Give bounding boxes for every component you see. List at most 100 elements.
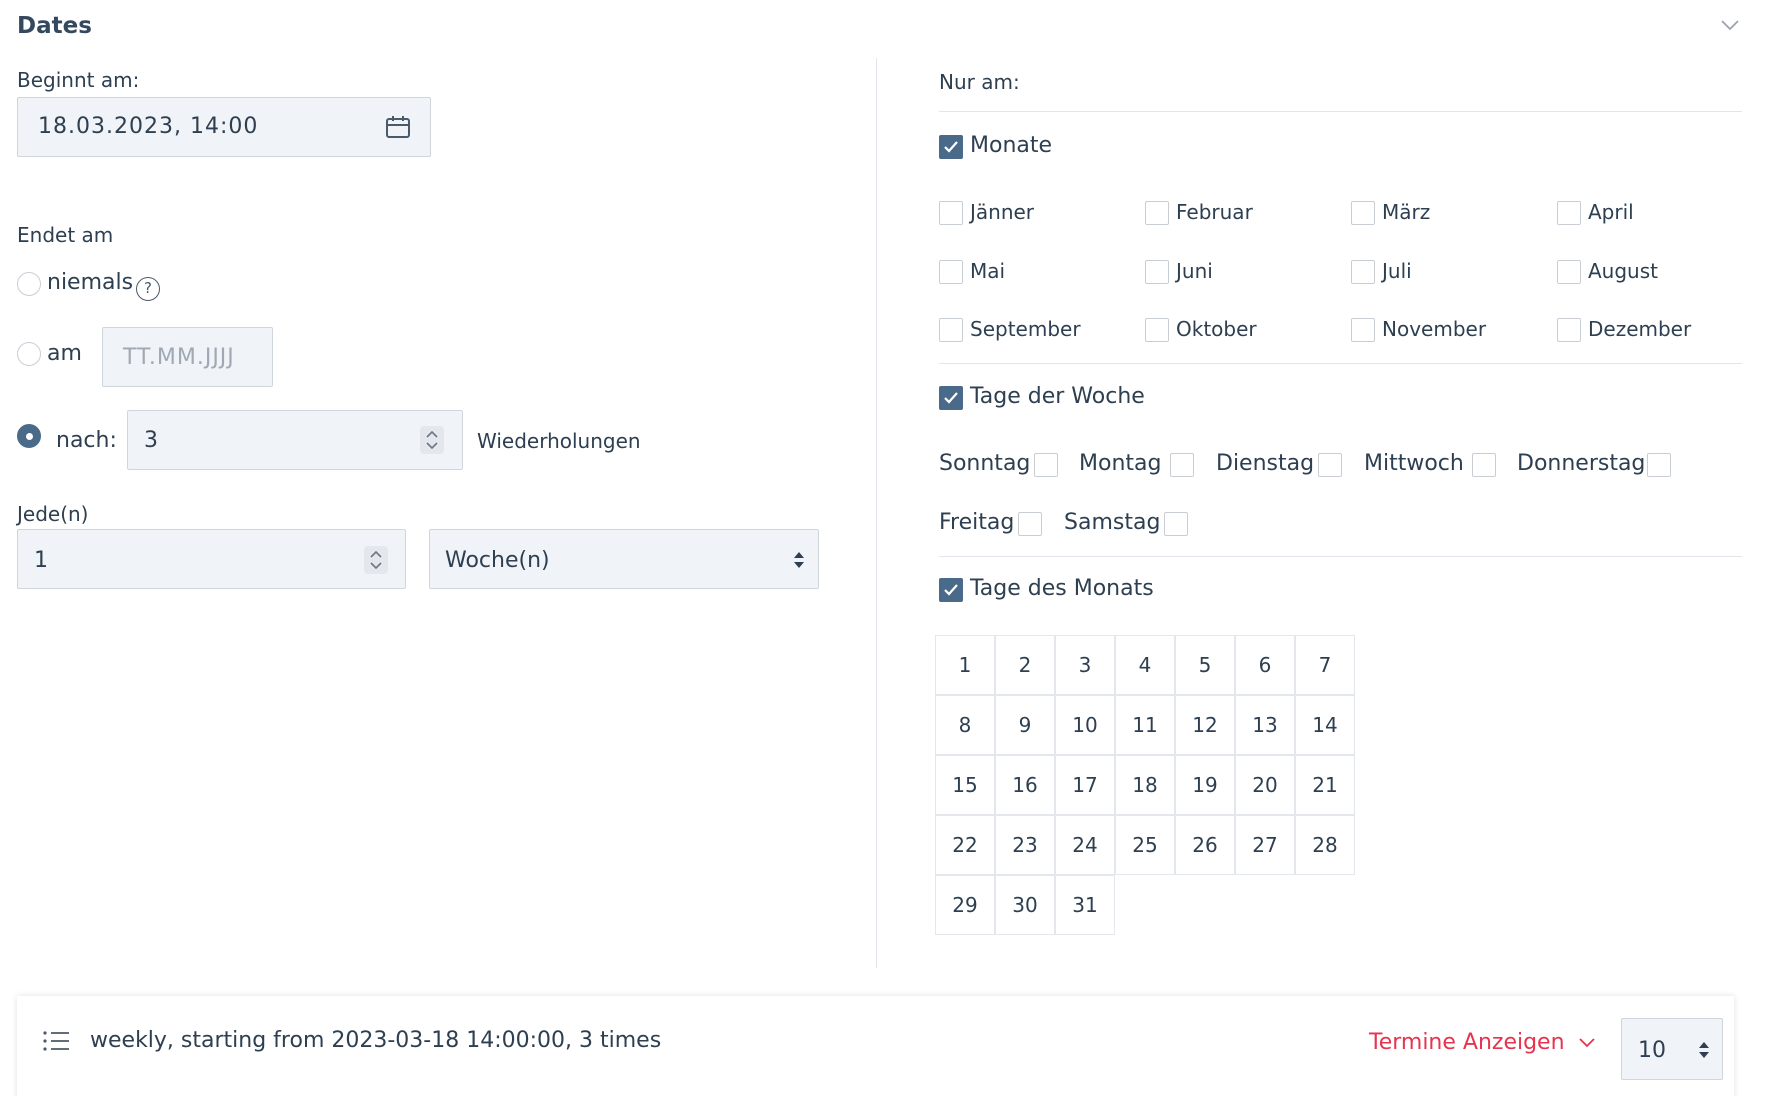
- month-checkbox[interactable]: [939, 260, 963, 284]
- end-on-radio[interactable]: [17, 342, 41, 366]
- monthday-cell[interactable]: 3: [1055, 635, 1115, 695]
- monthday-cell[interactable]: 11: [1115, 695, 1175, 755]
- monthday-cell[interactable]: 6: [1235, 635, 1295, 695]
- monthday-cell[interactable]: 27: [1235, 815, 1295, 875]
- monthday-cell[interactable]: 23: [995, 815, 1055, 875]
- repetitions-unit: Wiederholungen: [477, 429, 641, 453]
- monthday-cell[interactable]: 28: [1295, 815, 1355, 875]
- month-checkbox[interactable]: [1557, 260, 1581, 284]
- month-label: Jänner: [970, 200, 1035, 224]
- interval-input[interactable]: 1: [17, 529, 406, 589]
- month-label: Juli: [1382, 259, 1412, 283]
- end-never-label: niemals: [47, 270, 134, 295]
- repetitions-stepper[interactable]: [420, 426, 444, 454]
- only-on-label: Nur am:: [939, 70, 1020, 94]
- monthday-cell[interactable]: 12: [1175, 695, 1235, 755]
- weekdays-label: Tage der Woche: [970, 384, 1145, 409]
- monthday-cell[interactable]: 17: [1055, 755, 1115, 815]
- monthday-cell[interactable]: 31: [1055, 875, 1115, 935]
- monthday-cell[interactable]: 7: [1295, 635, 1355, 695]
- weekday-checkbox[interactable]: [1318, 453, 1342, 477]
- end-date-input[interactable]: TT.MM.JJJJ: [102, 327, 273, 387]
- month-checkbox[interactable]: [1351, 201, 1375, 225]
- monthday-cell[interactable]: 30: [995, 875, 1055, 935]
- summary-text: weekly, starting from 2023-03-18 14:00:0…: [90, 1028, 662, 1053]
- help-icon[interactable]: ?: [136, 277, 160, 301]
- weekday-label: Dienstag: [1216, 451, 1315, 476]
- monthday-cell[interactable]: 29: [935, 875, 995, 935]
- end-after-radio[interactable]: [17, 424, 41, 448]
- monthday-cell[interactable]: 5: [1175, 635, 1235, 695]
- calendar-icon[interactable]: [385, 114, 411, 140]
- show-dates-link[interactable]: Termine Anzeigen: [1369, 1030, 1596, 1055]
- list-icon: [43, 1031, 69, 1051]
- month-label: August: [1588, 259, 1658, 283]
- weekday-label: Donnerstag: [1517, 451, 1646, 476]
- month-checkbox[interactable]: [939, 201, 963, 225]
- start-datetime-input[interactable]: 18.03.2023, 14:00: [17, 97, 431, 157]
- monthdays-label: Tage des Monats: [970, 576, 1154, 601]
- monthday-cell[interactable]: 16: [995, 755, 1055, 815]
- interval-value: 1: [34, 548, 48, 573]
- month-label: Februar: [1176, 200, 1253, 224]
- monthday-cell[interactable]: 24: [1055, 815, 1115, 875]
- weekday-checkbox[interactable]: [1018, 512, 1042, 536]
- month-label: Juni: [1176, 259, 1213, 283]
- divider: [939, 556, 1742, 557]
- section-title: Dates: [17, 13, 92, 39]
- repetitions-value: 3: [144, 428, 158, 453]
- month-checkbox[interactable]: [1145, 260, 1169, 284]
- divider: [939, 111, 1742, 112]
- monthday-cell[interactable]: 9: [995, 695, 1055, 755]
- month-checkbox[interactable]: [1557, 318, 1581, 342]
- column-divider: [876, 58, 877, 968]
- monthday-cell[interactable]: 20: [1235, 755, 1295, 815]
- chevron-down-icon: [1578, 1038, 1595, 1048]
- month-checkbox[interactable]: [939, 318, 963, 342]
- chevron-down-icon[interactable]: [1720, 18, 1740, 32]
- monthday-cell[interactable]: 25: [1115, 815, 1175, 875]
- count-select[interactable]: 10: [1621, 1018, 1723, 1080]
- select-arrows-icon: [794, 552, 804, 568]
- monthday-cell[interactable]: 26: [1175, 815, 1235, 875]
- interval-unit-select[interactable]: Woche(n): [429, 529, 819, 589]
- weekday-label: Samstag: [1064, 510, 1161, 535]
- monthday-cell[interactable]: 13: [1235, 695, 1295, 755]
- end-never-radio[interactable]: [17, 272, 41, 296]
- end-label: Endet am: [17, 223, 114, 247]
- monthday-cell[interactable]: 4: [1115, 635, 1175, 695]
- weekdays-checkbox[interactable]: [939, 386, 963, 410]
- weekday-checkbox[interactable]: [1164, 512, 1188, 536]
- weekday-checkbox[interactable]: [1170, 453, 1194, 477]
- weekday-checkbox[interactable]: [1472, 453, 1496, 477]
- monthday-cell[interactable]: 8: [935, 695, 995, 755]
- month-label: Mai: [970, 259, 1006, 283]
- month-checkbox[interactable]: [1351, 260, 1375, 284]
- month-label: April: [1588, 200, 1634, 224]
- month-checkbox[interactable]: [1145, 201, 1169, 225]
- weekday-label: Freitag: [939, 510, 1015, 535]
- monthday-cell[interactable]: 15: [935, 755, 995, 815]
- interval-unit-value: Woche(n): [445, 548, 550, 573]
- month-checkbox[interactable]: [1351, 318, 1375, 342]
- monthday-cell[interactable]: 2: [995, 635, 1055, 695]
- monthday-cell[interactable]: 21: [1295, 755, 1355, 815]
- interval-stepper[interactable]: [364, 546, 388, 574]
- months-checkbox[interactable]: [939, 135, 963, 159]
- monthday-cell[interactable]: 18: [1115, 755, 1175, 815]
- summary-card: weekly, starting from 2023-03-18 14:00:0…: [17, 996, 1734, 1096]
- monthday-cell[interactable]: 10: [1055, 695, 1115, 755]
- monthday-cell[interactable]: 14: [1295, 695, 1355, 755]
- repetitions-input[interactable]: 3: [127, 410, 463, 470]
- weekday-checkbox[interactable]: [1034, 453, 1058, 477]
- monthday-cell[interactable]: 19: [1175, 755, 1235, 815]
- end-on-label: am: [47, 341, 82, 366]
- start-datetime-value: 18.03.2023, 14:00: [38, 114, 259, 139]
- month-checkbox[interactable]: [1557, 201, 1581, 225]
- weekday-checkbox[interactable]: [1647, 453, 1671, 477]
- month-checkbox[interactable]: [1145, 318, 1169, 342]
- month-label: Oktober: [1176, 317, 1257, 341]
- monthdays-checkbox[interactable]: [939, 578, 963, 602]
- monthday-cell[interactable]: 1: [935, 635, 995, 695]
- monthday-cell[interactable]: 22: [935, 815, 995, 875]
